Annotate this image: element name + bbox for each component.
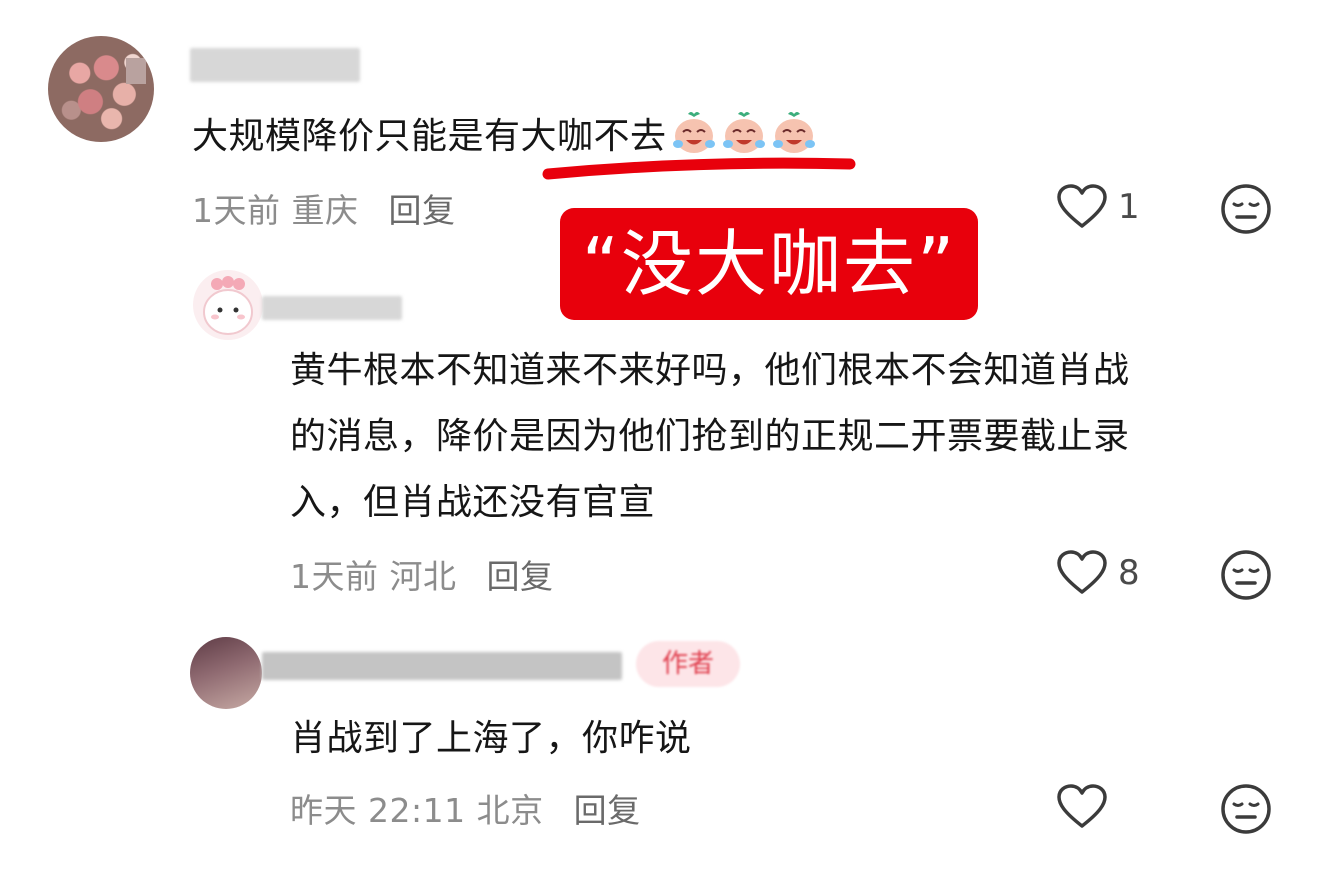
like-count: 8: [1118, 553, 1140, 593]
cartoon-avatar-icon: [203, 276, 253, 335]
timestamp-location: 昨天 22:11 北京: [290, 791, 544, 830]
heart-outline-icon: [1057, 550, 1107, 594]
neutral-face-icon[interactable]: [1220, 783, 1272, 835]
like-button[interactable]: [1056, 784, 1118, 830]
like-count: 1: [1118, 187, 1140, 227]
comment-line: 入，但肖战还没有官宣: [290, 482, 656, 523]
annotation-banner: “没大咖去”: [560, 208, 978, 320]
red-underline-annotation: [542, 157, 856, 180]
heart-outline-icon: [1057, 184, 1107, 228]
username-blurred[interactable]: [190, 48, 360, 82]
comment-meta: 1天前 重庆 回复: [192, 184, 456, 232]
avatar[interactable]: [193, 270, 263, 340]
like-button[interactable]: 8: [1056, 550, 1140, 596]
like-button[interactable]: 1: [1056, 184, 1140, 230]
heart-outline-icon: [1057, 784, 1107, 828]
avatar[interactable]: [48, 36, 154, 142]
reply-button[interactable]: 回复: [487, 557, 554, 596]
username-blurred[interactable]: [262, 296, 402, 320]
comment-line: 的消息，降价是因为他们抢到的正规二开票要截止录: [290, 416, 1130, 457]
comment-line: 黄牛根本不知道来不来好吗，他们根本不会知道肖战: [290, 350, 1130, 391]
comment-body: 肖战到了上海了，你咋说: [290, 718, 692, 759]
author-badge: 作者: [636, 641, 740, 687]
neutral-face-icon[interactable]: [1220, 549, 1272, 601]
comment-text: 肖战到了上海了，你咋说: [290, 706, 692, 772]
comment-meta: 昨天 22:11 北京 回复: [290, 784, 641, 832]
reply-button[interactable]: 回复: [389, 191, 456, 230]
timestamp-location: 1天前 重庆: [192, 191, 359, 230]
comment-text: 黄牛根本不知道来不来好吗，他们根本不会知道肖战 的消息，降价是因为他们抢到的正规…: [290, 338, 1130, 536]
comment-meta: 1天前 河北 回复: [290, 550, 554, 598]
reply-button[interactable]: 回复: [574, 791, 641, 830]
neutral-face-icon[interactable]: [1220, 183, 1272, 235]
avatar[interactable]: [190, 637, 262, 709]
timestamp-location: 1天前 河北: [290, 557, 457, 596]
username-blurred[interactable]: [262, 652, 622, 680]
